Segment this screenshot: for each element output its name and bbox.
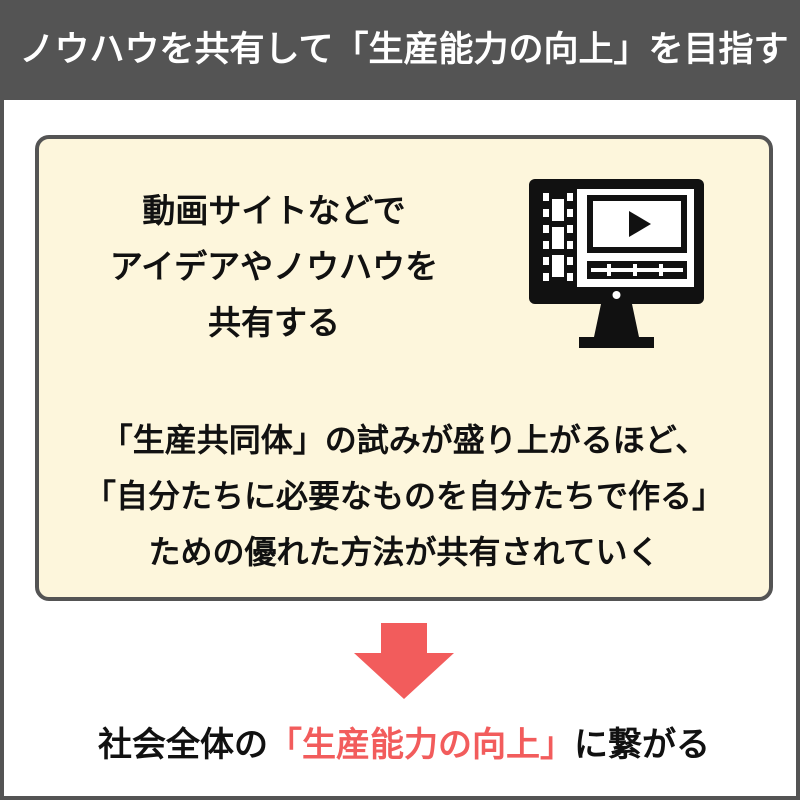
panel-bottom-text: 「生産共同体」の試みが盛り上がるほど、 「自分たちに必要なものを自分たちで作る」…	[39, 412, 769, 580]
panel-bottom-line-1: 「生産共同体」の試みが盛り上がるほど、	[100, 421, 708, 459]
panel-top-line-1: 動画サイトなどで	[142, 191, 406, 230]
panel-bottom-line-3: ための優れた方法が共有されていく	[148, 533, 660, 571]
conclusion-text: 社会全体の「生産能力の向上」に繋がる	[4, 712, 800, 778]
panel-bottom-line-2: 「自分たちに必要なものを自分たちで作る」	[83, 477, 724, 515]
card-frame: ノウハウを共有して「生産能力の向上」を目指す 動画サイトなどで アイデアやノウハ…	[0, 0, 800, 800]
conclusion-prefix: 社会全体の	[98, 725, 268, 765]
conclusion-highlight: 「生産能力の向上」	[268, 725, 574, 765]
panel-top-line-3: 共有する	[208, 303, 340, 342]
video-monitor-icon	[529, 179, 704, 348]
down-arrow-icon	[354, 623, 454, 699]
info-panel: 動画サイトなどで アイデアやノウハウを 共有する 「生産共同体」の試みが盛り上が…	[35, 135, 773, 601]
conclusion-suffix: に繋がる	[574, 725, 710, 765]
panel-top-line-2: アイデアやノウハウを	[109, 247, 439, 286]
page-title: ノウハウを共有して「生産能力の向上」を目指す	[4, 0, 800, 100]
panel-top-text: 動画サイトなどで アイデアやノウハウを 共有する	[79, 183, 469, 351]
